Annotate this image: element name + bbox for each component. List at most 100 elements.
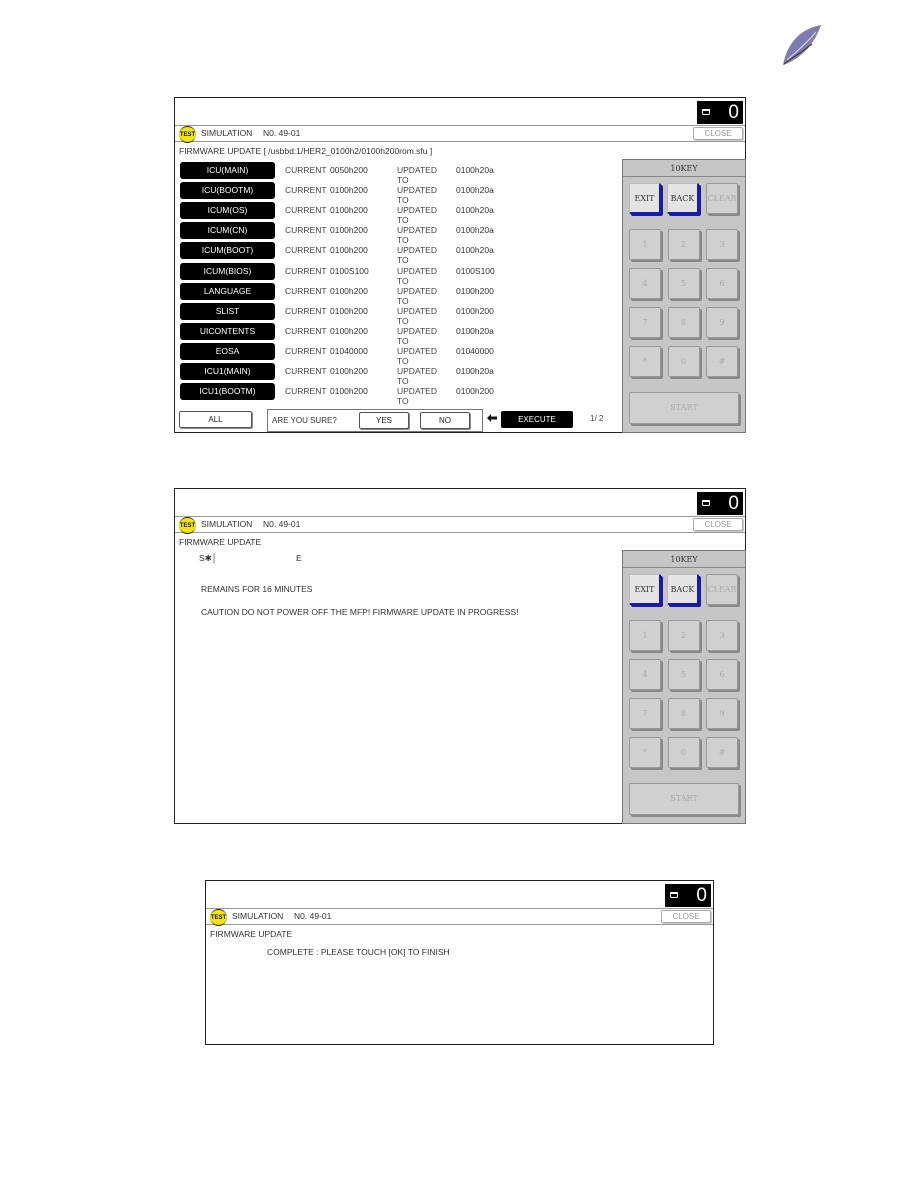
digit-key[interactable]: 8: [667, 307, 700, 338]
unit-button[interactable]: SLIST: [180, 302, 275, 320]
digit-key[interactable]: 4: [629, 659, 661, 690]
test-badge-icon: TEST: [210, 909, 227, 926]
copy-counter: 0: [697, 492, 743, 515]
firmware-update-label: FIRMWARE UPDATE: [179, 146, 262, 156]
unit-button[interactable]: EOSA: [180, 342, 275, 360]
updated-version: 01040000: [456, 345, 494, 356]
current-version: 0100h200: [330, 245, 368, 256]
updated-version: 0100h20a: [456, 366, 494, 376]
digit-key[interactable]: #: [706, 346, 738, 377]
tray-icon: [670, 892, 678, 898]
updated-label: UPDATED TO: [397, 185, 437, 206]
copy-counter: 0: [665, 884, 711, 907]
updated-label: UPDATED TO: [397, 205, 437, 226]
digit-key[interactable]: 7: [629, 698, 661, 729]
digit-key[interactable]: *: [629, 346, 661, 377]
exit-key[interactable]: EXIT: [629, 183, 661, 214]
exit-key[interactable]: EXIT: [629, 574, 661, 605]
digit-key[interactable]: 4: [629, 268, 661, 299]
tray-icon: [702, 109, 710, 115]
simulation-number: N0. 49-01: [263, 128, 301, 138]
start-key[interactable]: START: [629, 392, 739, 424]
unit-button[interactable]: ICU1(BOOTM): [180, 383, 275, 401]
digit-key[interactable]: 0: [667, 737, 700, 768]
firmware-update-title: FIRMWARE UPDATE: [179, 537, 262, 547]
updated-label: UPDATED TO: [397, 265, 437, 286]
action-bar: ALL ARE YOU SURE? YES NO EXECUTE 1/ 2: [175, 406, 621, 432]
current-version: 0100h200: [330, 305, 368, 316]
updated-label: UPDATED TO: [397, 165, 437, 185]
updated-label: UPDATED TO: [397, 285, 437, 306]
updated-label: UPDATED TO: [397, 225, 437, 246]
close-button[interactable]: CLOSE: [693, 127, 743, 140]
unit-button[interactable]: ICUM(BOOT): [180, 242, 275, 260]
firmware-update-title: FIRMWARE UPDATE: [210, 929, 293, 939]
digit-key[interactable]: 9: [706, 698, 738, 729]
digit-key[interactable]: 8: [667, 698, 700, 729]
digit-key[interactable]: 9: [706, 307, 738, 338]
digit-key[interactable]: 1: [629, 620, 661, 651]
counter-value: 0: [728, 102, 739, 123]
caution-message: CAUTION DO NOT POWER OFF THE MFP! FIRMWA…: [201, 607, 519, 617]
current-label: CURRENT: [285, 366, 327, 376]
current-version: 0050h200: [330, 165, 368, 175]
current-version: 0100h200: [330, 285, 368, 296]
digit-key[interactable]: 5: [667, 268, 700, 299]
firmware-update-progress-screen: 0 TEST SIMULATION N0. 49-01 CLOSE FIRMWA…: [174, 488, 746, 824]
digit-key[interactable]: 6: [706, 268, 738, 299]
unit-button[interactable]: ICUM(BIOS): [180, 262, 275, 280]
yes-button[interactable]: YES: [359, 412, 409, 429]
current-label: CURRENT: [285, 185, 327, 196]
simulation-bar: TEST SIMULATION N0. 49-01 CLOSE: [175, 125, 745, 143]
digit-key[interactable]: 0: [667, 346, 700, 377]
digit-key[interactable]: 3: [706, 229, 738, 260]
digit-key[interactable]: 6: [706, 659, 738, 690]
counter-value: 0: [728, 493, 739, 514]
current-version: 0100h200: [330, 366, 368, 376]
current-version: 0100h200: [330, 386, 368, 397]
digit-key[interactable]: #: [706, 737, 738, 768]
brand-logo-icon: [782, 24, 822, 66]
updated-label: UPDATED TO: [397, 366, 437, 386]
test-badge-icon: TEST: [179, 126, 196, 143]
tenkey-panel: 10KEY EXIT BACK CLEAR START 1 2 3 4 5 6 7 8 9 * 0 #: [622, 550, 746, 824]
unit-button[interactable]: ICU(MAIN): [180, 162, 275, 179]
simulation-number: N0. 49-01: [294, 911, 332, 921]
close-button[interactable]: CLOSE: [693, 518, 743, 531]
back-key[interactable]: BACK: [667, 183, 699, 214]
close-button[interactable]: CLOSE: [661, 910, 711, 923]
all-button[interactable]: ALL: [179, 411, 252, 428]
updated-label: UPDATED TO: [397, 245, 437, 266]
digit-key[interactable]: 5: [667, 659, 700, 690]
current-label: CURRENT: [285, 305, 327, 316]
unit-button[interactable]: ICUM(OS): [180, 202, 275, 220]
clear-key[interactable]: CLEAR: [706, 183, 738, 214]
updated-version: 0100h20a: [456, 185, 494, 196]
execute-button[interactable]: EXECUTE: [501, 411, 573, 428]
no-button[interactable]: NO: [420, 412, 470, 429]
start-key[interactable]: START: [629, 783, 739, 815]
updated-label: UPDATED TO: [397, 305, 437, 326]
current-label: CURRENT: [285, 285, 327, 296]
current-label: CURRENT: [285, 165, 327, 175]
current-version: 0100h200: [330, 225, 368, 236]
simulation-label: SIMULATION: [232, 911, 284, 921]
clear-key[interactable]: CLEAR: [706, 574, 738, 605]
unit-button[interactable]: ICUM(CN): [180, 222, 275, 240]
back-key[interactable]: BACK: [667, 574, 699, 605]
unit-button[interactable]: ICU1(MAIN): [180, 363, 275, 380]
digit-key[interactable]: 2: [667, 229, 700, 260]
unit-button[interactable]: ICU(BOOTM): [180, 182, 275, 200]
firmware-update-complete-screen: 0 TEST SIMULATION N0. 49-01 CLOSE FIRMWA…: [205, 880, 714, 1045]
digit-key[interactable]: *: [629, 737, 661, 768]
test-badge-icon: TEST: [179, 517, 196, 534]
unit-button[interactable]: UICONTENTS: [180, 322, 275, 340]
digit-key[interactable]: 1: [629, 229, 661, 260]
digit-key[interactable]: 3: [706, 620, 738, 651]
digit-key[interactable]: 2: [667, 620, 700, 651]
updated-version: 0100h20a: [456, 205, 494, 216]
unit-button[interactable]: LANGUAGE: [180, 282, 275, 300]
digit-key[interactable]: 7: [629, 307, 661, 338]
current-label: CURRENT: [285, 325, 327, 336]
tray-icon: [702, 500, 710, 506]
